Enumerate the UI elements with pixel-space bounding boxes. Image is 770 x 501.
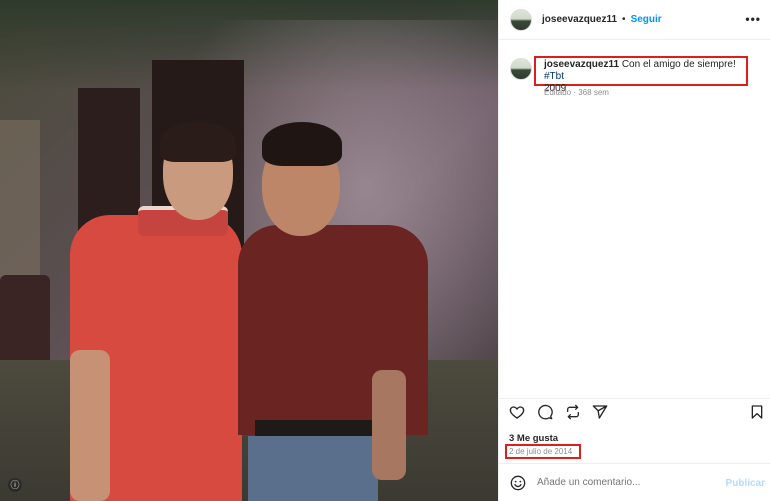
caption-avatar[interactable]: [510, 58, 532, 80]
caption-body: Con el amigo de siempre!: [619, 59, 736, 70]
person-right-hair: [262, 122, 342, 166]
avatar[interactable]: [510, 8, 532, 31]
repost-icon[interactable]: [565, 404, 581, 420]
more-options-icon[interactable]: •••: [745, 12, 761, 26]
bookmark-icon[interactable]: [749, 404, 765, 420]
comment-icon[interactable]: [537, 404, 553, 420]
comment-bar: Publicar: [499, 463, 770, 501]
tag-info-icon[interactable]: ⓘ: [8, 478, 22, 492]
post-header: joseevazquez11 • Seguir •••: [499, 0, 770, 40]
share-icon[interactable]: [592, 404, 608, 420]
caption-hashtag[interactable]: #Tbt: [544, 71, 564, 82]
photo-sofa: [0, 275, 50, 365]
header-username[interactable]: joseevazquez11: [542, 14, 617, 25]
caption-meta: Editado · 368 sem: [544, 88, 609, 97]
emoji-icon[interactable]: [510, 475, 526, 491]
post-photo[interactable]: ⓘ: [0, 0, 498, 501]
action-bar: [499, 398, 770, 424]
person-left-arm: [70, 350, 110, 501]
publish-button[interactable]: Publicar: [726, 478, 765, 489]
separator-dot: •: [622, 14, 626, 25]
date-highlight-box: [505, 444, 581, 459]
person-right-arm: [372, 370, 406, 480]
post-side-panel: joseevazquez11 • Seguir ••• joseevazquez…: [498, 0, 770, 501]
comment-input[interactable]: [537, 477, 707, 488]
photo-left-wall: [0, 120, 40, 280]
like-count[interactable]: 3 Me gusta: [509, 433, 558, 444]
caption-username[interactable]: joseevazquez11: [544, 59, 619, 70]
person-right-jeans: [248, 436, 378, 501]
follow-button[interactable]: Seguir: [631, 14, 662, 25]
person-left-hair: [160, 122, 236, 162]
heart-icon[interactable]: [509, 404, 525, 420]
